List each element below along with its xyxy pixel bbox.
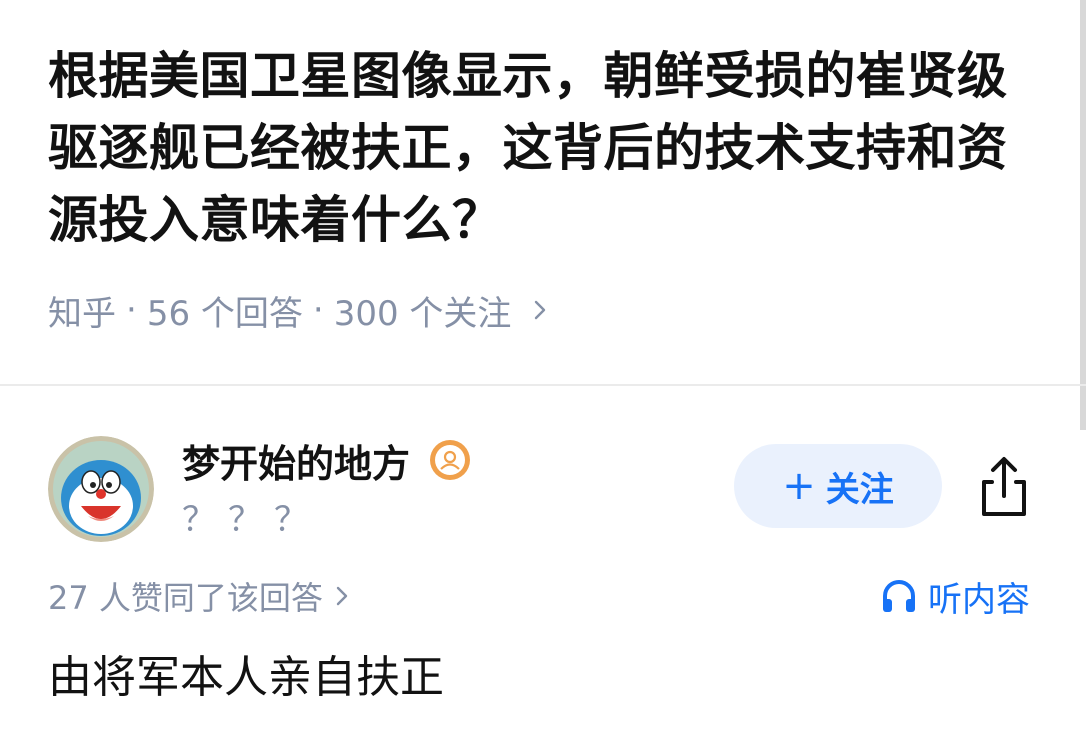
share-icon[interactable] (972, 454, 1036, 520)
meta-separator: · (126, 290, 137, 330)
source-label: 知乎 (48, 293, 116, 334)
question-title[interactable]: 根据美国卫星图像显示，朝鲜受损的崔贤级驱逐舰已经被扶正，这背后的技术支持和资源投… (48, 40, 1048, 256)
headphones-icon (880, 577, 918, 615)
follow-button-label: 关注 (825, 469, 894, 510)
question-meta[interactable]: 知乎 · 56 个回答 · 300 个关注 (48, 286, 547, 334)
answer-content[interactable]: 由将军本人亲自扶正 (48, 648, 444, 708)
follower-count: 300 个关注 (333, 293, 512, 334)
listen-button[interactable]: 听内容 (880, 572, 1030, 620)
author-name[interactable]: 梦开始的地方 (182, 433, 410, 488)
meta-separator: · (312, 290, 324, 330)
chevron-right-icon (335, 584, 349, 608)
author-name-row[interactable]: 梦开始的地方 (182, 432, 472, 488)
section-divider (0, 384, 1086, 386)
author-bio: ？？？ (182, 500, 320, 540)
listen-button-label: 听内容 (928, 579, 1030, 620)
author-avatar[interactable] (48, 436, 154, 542)
person-badge-icon (428, 438, 472, 482)
upvote-info[interactable]: 27 人赞同了该回答 (48, 572, 349, 620)
answer-count: 56 个回答 (146, 293, 303, 334)
chevron-right-icon (533, 298, 547, 322)
follow-button[interactable]: + 关注 (734, 444, 942, 528)
upvote-text: 27 人赞同了该回答 (48, 579, 323, 617)
plus-icon: + (782, 463, 816, 509)
scrollbar[interactable] (1080, 0, 1086, 430)
